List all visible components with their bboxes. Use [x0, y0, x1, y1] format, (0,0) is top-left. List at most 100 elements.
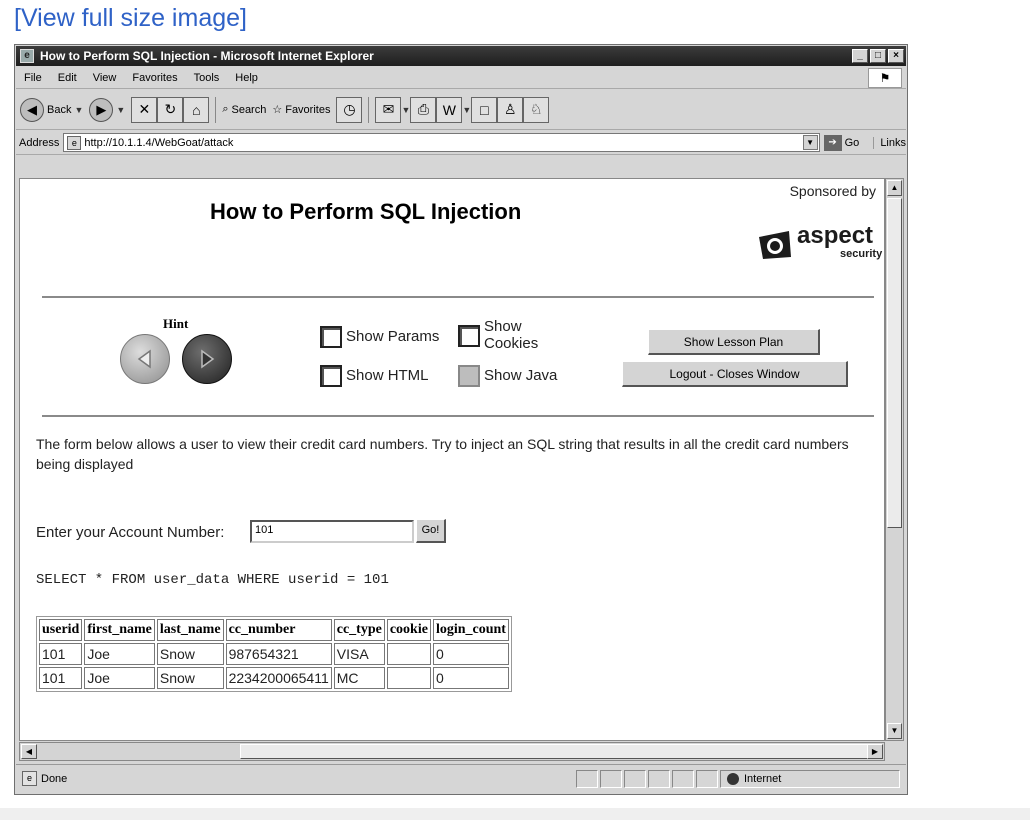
forward-dropdown-icon[interactable]: ▼	[116, 105, 125, 115]
show-params-toggle[interactable]: Show Params	[320, 326, 439, 348]
scroll-up-icon[interactable]: ▲	[887, 180, 902, 196]
status-pane	[696, 769, 718, 788]
show-html-checkbox[interactable]	[320, 365, 342, 387]
vertical-scroll-thumb[interactable]	[887, 198, 902, 528]
view-full-size-link[interactable]: [View full size image]	[14, 4, 247, 33]
maximize-button[interactable]: □	[870, 49, 886, 63]
links-button[interactable]: Links	[873, 136, 906, 149]
ie-icon: e	[20, 49, 34, 63]
address-url[interactable]: http://10.1.1.4/WebGoat/attack	[84, 137, 233, 149]
go-arrow-icon: ➔	[823, 134, 842, 151]
search-icon: ⌕	[222, 103, 229, 115]
mail-dropdown-icon[interactable]: ▼	[401, 105, 410, 115]
sponsored-by-text: Sponsored by	[789, 183, 876, 199]
scroll-left-icon[interactable]: ◀	[21, 744, 37, 759]
zone-label: Internet	[744, 772, 782, 785]
table-cell: VISA	[333, 643, 385, 665]
column-header: login_count	[432, 619, 509, 641]
home-icon[interactable]: ⌂	[183, 96, 210, 123]
window-title: How to Perform SQL Injection - Microsoft…	[40, 49, 374, 63]
page-icon: e	[67, 135, 82, 150]
menu-help[interactable]: Help	[227, 72, 266, 84]
favorites-button[interactable]: ☆ Favorites	[272, 103, 330, 117]
aspect-security-logo: aspect security	[759, 222, 883, 260]
sql-query-text: SELECT * FROM user_data WHERE userid = 1…	[36, 572, 389, 588]
back-arrow-icon: ◀	[20, 97, 44, 122]
print-icon[interactable]: ⎙	[410, 96, 437, 123]
scroll-right-icon[interactable]: ▶	[867, 744, 883, 759]
status-pane	[648, 769, 670, 788]
hint-label: Hint	[163, 316, 189, 331]
results-table: userid first_name last_name cc_number cc…	[36, 616, 512, 692]
previous-hint-button[interactable]	[120, 334, 170, 384]
show-java-label: Show Java	[484, 366, 558, 384]
go-button[interactable]: ➔ Go	[823, 134, 859, 151]
next-hint-button[interactable]	[182, 334, 232, 384]
status-pane	[624, 769, 646, 788]
stop-icon[interactable]: ✕	[131, 96, 158, 123]
forward-arrow-icon: ▶	[89, 97, 114, 122]
page-content: Sponsored by How to Perform SQL Injectio…	[19, 178, 885, 741]
back-button[interactable]: ◀ Back ▼	[20, 97, 83, 122]
vertical-scrollbar[interactable]: ▲ ▼	[885, 178, 904, 741]
globe-icon	[727, 772, 739, 785]
column-header: cc_type	[333, 619, 385, 641]
toolbar: ◀ Back ▼ ▶ ▼ ✕ ↻ ⌂ ⌕ Search ☆ Favorites …	[16, 90, 906, 130]
address-dropdown-icon[interactable]: ▼	[802, 135, 818, 150]
table-cell: 987654321	[225, 643, 332, 665]
column-header: first_name	[84, 619, 155, 641]
horizontal-scroll-thumb[interactable]	[240, 744, 870, 759]
history-icon[interactable]: ◷	[336, 96, 363, 123]
menu-edit[interactable]: Edit	[50, 72, 85, 84]
table-cell: 0	[432, 667, 509, 689]
show-java-checkbox[interactable]	[458, 365, 480, 387]
address-bar: Address e http://10.1.1.4/WebGoat/attack…	[16, 131, 906, 155]
account-number-input[interactable]: 101	[250, 520, 414, 543]
address-label: Address	[19, 136, 60, 149]
table-header-row: userid first_name last_name cc_number cc…	[39, 619, 509, 641]
forward-button[interactable]: ▶ ▼	[89, 97, 125, 122]
logo-text: aspect	[797, 222, 873, 249]
account-number-label: Enter your Account Number:	[36, 524, 225, 541]
table-cell: 0	[432, 643, 509, 665]
back-label: Back	[47, 103, 72, 116]
status-pane	[672, 769, 694, 788]
show-cookies-toggle[interactable]: Show Cookies	[458, 318, 554, 352]
scroll-down-icon[interactable]: ▼	[887, 723, 902, 739]
edit-dropdown-icon[interactable]: ▼	[462, 105, 471, 115]
back-dropdown-icon[interactable]: ▼	[74, 105, 83, 115]
status-bar: e Done Internet	[16, 764, 906, 792]
minimize-button[interactable]: _	[852, 49, 868, 63]
show-params-checkbox[interactable]	[320, 326, 342, 348]
table-row: 101 Joe Snow 987654321 VISA 0	[39, 643, 509, 665]
search-button[interactable]: ⌕ Search	[222, 103, 266, 116]
menu-file[interactable]: File	[16, 72, 50, 84]
horizontal-scrollbar[interactable]: ◀ ▶	[19, 742, 885, 761]
table-cell	[386, 643, 431, 665]
contacts-icon[interactable]: ♘	[523, 96, 550, 123]
show-lesson-plan-button[interactable]: Show Lesson Plan	[648, 329, 820, 355]
show-cookies-checkbox[interactable]	[458, 324, 480, 347]
word-edit-icon[interactable]: W	[436, 96, 463, 123]
menu-bar: File Edit View Favorites Tools Help ⚑	[16, 67, 906, 89]
messenger-icon[interactable]: ♙	[497, 96, 524, 123]
refresh-icon[interactable]: ↻	[157, 96, 184, 123]
show-params-label: Show Params	[346, 327, 440, 345]
menu-favorites[interactable]: Favorites	[124, 72, 185, 84]
close-button[interactable]: ×	[888, 49, 904, 63]
table-cell: 101	[39, 667, 83, 689]
show-html-toggle[interactable]: Show HTML	[320, 365, 429, 387]
menu-view[interactable]: View	[85, 72, 125, 84]
menu-tools[interactable]: Tools	[186, 72, 228, 84]
logout-button[interactable]: Logout - Closes Window	[622, 361, 848, 387]
status-pane	[600, 769, 622, 788]
discuss-icon[interactable]: □	[471, 96, 498, 123]
table-row: 101 Joe Snow 2234200065411 MC 0	[39, 667, 509, 689]
address-field[interactable]: e http://10.1.1.4/WebGoat/attack ▼	[63, 133, 820, 152]
show-java-toggle[interactable]: Show Java	[458, 365, 557, 387]
windows-logo-icon: ⚑	[868, 68, 902, 88]
mail-icon[interactable]: ✉	[375, 96, 402, 123]
go-submit-button[interactable]: Go!	[416, 519, 446, 543]
column-header: cookie	[386, 619, 431, 641]
search-label: Search	[231, 103, 267, 116]
